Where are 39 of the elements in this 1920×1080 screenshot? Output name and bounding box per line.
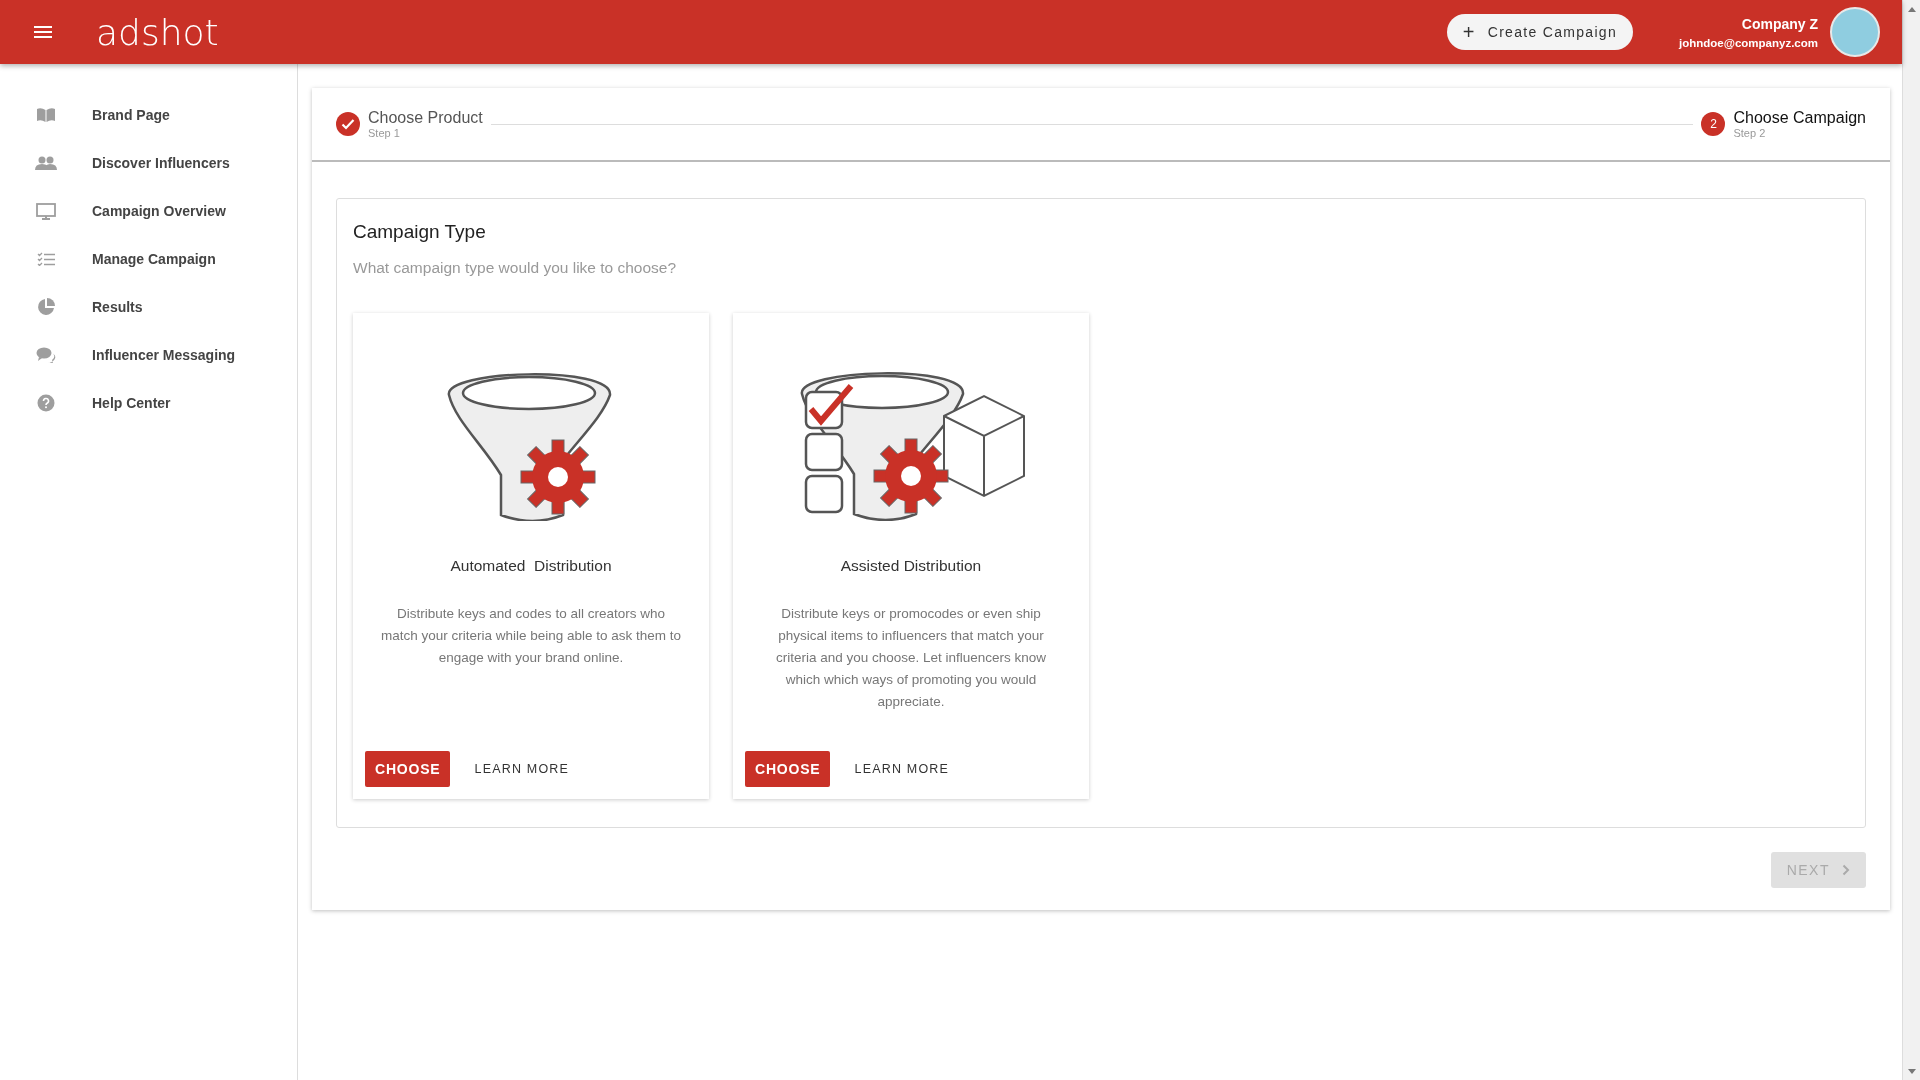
learn-more-button[interactable]: LEARN MORE (842, 751, 962, 787)
user-email: johndoe@companyz.com (1679, 36, 1818, 49)
section-title: Campaign Type (353, 221, 487, 243)
company-name: Company Z (1741, 15, 1818, 32)
sidebar-item[interactable]: Campaign Overview (0, 187, 297, 235)
scroll-up-icon[interactable] (1907, 5, 1916, 12)
book-icon (36, 107, 56, 123)
chat-icon (36, 347, 56, 363)
choose-button[interactable]: CHOOSE (745, 751, 831, 787)
sidebar-item[interactable]: Discover Influencers (0, 139, 297, 187)
step-title: Choose Campaign (1733, 109, 1866, 127)
sidebar-item[interactable]: Results (0, 283, 297, 331)
scroll-down-icon[interactable] (1907, 1068, 1916, 1075)
sidebar-item[interactable]: Brand Page (0, 91, 297, 139)
sidebar-item[interactable]: Influencer Messaging (0, 331, 297, 379)
option-title: Automated Distribution (450, 557, 612, 575)
step-subtitle: Step 1 (368, 127, 401, 139)
pie-chart-icon (37, 298, 55, 316)
step-number: 2 (1701, 112, 1726, 136)
help-icon (37, 394, 55, 412)
checklist-icon (37, 252, 55, 266)
option-description: Distribute keys and codes to all creators who match your criteria while being able to ask them to engage with your brand online. (379, 605, 683, 667)
chevron-right-icon (1842, 864, 1850, 876)
logo: adshot (96, 11, 219, 53)
learn-more-button[interactable]: LEARN MORE (462, 751, 582, 787)
step-title: Choose Product (368, 109, 483, 127)
option-description: Distribute keys or promocodes or even ship physical items to influencers that match your criteria and you choose. Let influencers know which which ways of promoting you would appreciate. (774, 605, 1048, 711)
choose-button[interactable]: CHOOSE (365, 751, 451, 787)
scrollbar[interactable] (1902, 0, 1920, 1080)
monitor-icon (36, 202, 56, 220)
section-subtitle: What campaign type would you like to choose? (353, 259, 678, 277)
step-subtitle: Step 2 (1733, 127, 1767, 139)
sidebar-item[interactable]: Manage Campaign (0, 235, 297, 283)
avatar[interactable] (1830, 7, 1880, 57)
menu-icon[interactable] (32, 24, 54, 40)
sidebar-item[interactable]: Help Center (0, 379, 297, 427)
option-title: Assisted Distribution (840, 557, 982, 575)
people-icon (35, 156, 57, 170)
create-campaign-button[interactable]: + Create Campaign (1446, 14, 1633, 50)
